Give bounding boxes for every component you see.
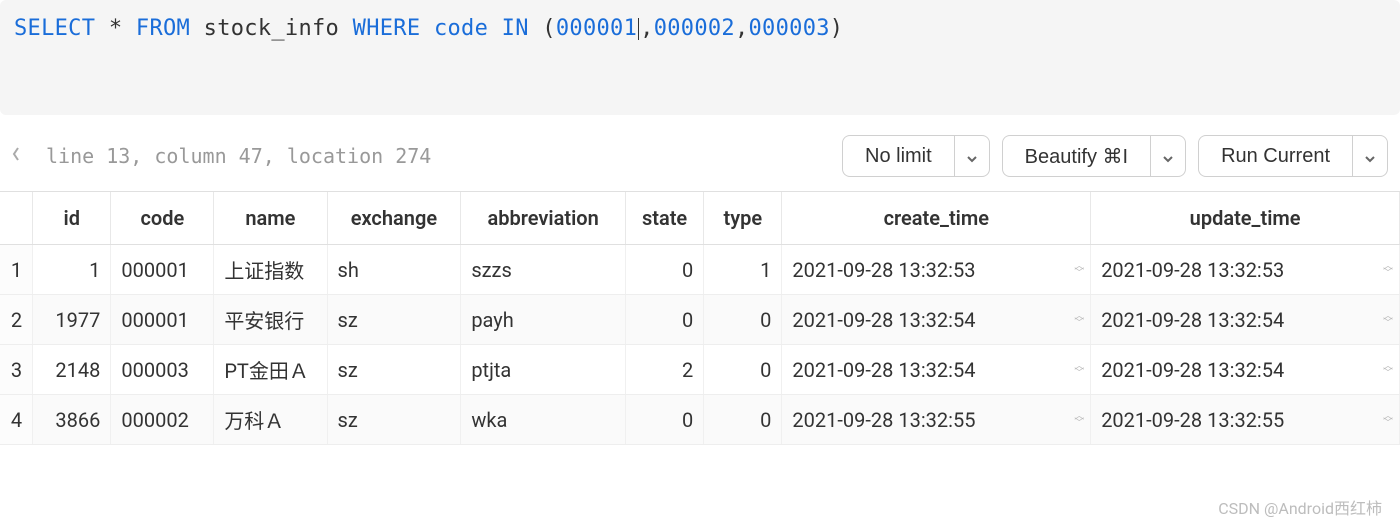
cell-abbreviation[interactable]: ptjta bbox=[461, 345, 626, 395]
cell-create_time[interactable]: 2021-09-28 13:32:54︿﹀ bbox=[782, 345, 1091, 395]
watermark: CSDN @Android西红柿 bbox=[1218, 495, 1382, 519]
stepper-icon[interactable]: ︿﹀ bbox=[1383, 363, 1393, 377]
run-button-group: Run Current bbox=[1198, 135, 1388, 177]
cell-id[interactable]: 1 bbox=[33, 245, 111, 295]
cell-code[interactable]: 000003 bbox=[111, 345, 214, 395]
stepper-icon[interactable]: ︿﹀ bbox=[1074, 363, 1084, 377]
cell-name[interactable]: PT金田Ａ bbox=[214, 345, 327, 395]
run-dropdown[interactable] bbox=[1352, 135, 1388, 177]
cell-update_time[interactable]: 2021-09-28 13:32:54︿﹀ bbox=[1091, 345, 1400, 395]
chevron-down-icon bbox=[965, 149, 979, 163]
beautify-dropdown[interactable] bbox=[1150, 135, 1186, 177]
cell-create_time[interactable]: 2021-09-28 13:32:54︿﹀ bbox=[782, 295, 1091, 345]
editor-toolbar: line 13, column 47, location 274 No limi… bbox=[0, 115, 1400, 191]
cell-exchange[interactable]: sz bbox=[327, 345, 461, 395]
stepper-icon[interactable]: ︿﹀ bbox=[1383, 413, 1393, 427]
cell-create_time[interactable]: 2021-09-28 13:32:55︿﹀ bbox=[782, 395, 1091, 445]
rownum-header bbox=[0, 192, 33, 245]
cell-id[interactable]: 2148 bbox=[33, 345, 111, 395]
cell-state[interactable]: 0 bbox=[625, 395, 703, 445]
cell-state[interactable]: 0 bbox=[625, 245, 703, 295]
stepper-icon[interactable]: ︿﹀ bbox=[1074, 263, 1084, 277]
stepper-icon[interactable]: ︿﹀ bbox=[1383, 263, 1393, 277]
cell-code[interactable]: 000002 bbox=[111, 395, 214, 445]
column-header-update_time[interactable]: update_time bbox=[1091, 192, 1400, 245]
cell-type[interactable]: 0 bbox=[704, 395, 782, 445]
chevron-down-icon bbox=[1161, 149, 1175, 163]
column-header-code[interactable]: code bbox=[111, 192, 214, 245]
row-number: 1 bbox=[0, 245, 33, 295]
table-row[interactable]: 43866000002万科Ａszwka002021-09-28 13:32:55… bbox=[0, 395, 1400, 445]
cell-exchange[interactable]: sz bbox=[327, 295, 461, 345]
stepper-icon[interactable]: ︿﹀ bbox=[1074, 413, 1084, 427]
cell-update_time[interactable]: 2021-09-28 13:32:54︿﹀ bbox=[1091, 295, 1400, 345]
beautify-button[interactable]: Beautify ⌘I bbox=[1002, 135, 1150, 177]
cell-type[interactable]: 0 bbox=[704, 345, 782, 395]
cell-id[interactable]: 3866 bbox=[33, 395, 111, 445]
cell-type[interactable]: 1 bbox=[704, 245, 782, 295]
limit-dropdown[interactable] bbox=[954, 135, 990, 177]
chevron-down-icon bbox=[1363, 149, 1377, 163]
column-header-name[interactable]: name bbox=[214, 192, 327, 245]
cell-name[interactable]: 平安银行 bbox=[214, 295, 327, 345]
cursor-status: line 13, column 47, location 274 bbox=[34, 144, 830, 168]
gutter-icon bbox=[12, 145, 22, 168]
column-header-create_time[interactable]: create_time bbox=[782, 192, 1091, 245]
cell-exchange[interactable]: sz bbox=[327, 395, 461, 445]
cell-id[interactable]: 1977 bbox=[33, 295, 111, 345]
row-number: 3 bbox=[0, 345, 33, 395]
column-header-abbreviation[interactable]: abbreviation bbox=[461, 192, 626, 245]
column-header-state[interactable]: state bbox=[625, 192, 703, 245]
run-current-button[interactable]: Run Current bbox=[1198, 135, 1352, 177]
table-row[interactable]: 21977000001平安银行szpayh002021-09-28 13:32:… bbox=[0, 295, 1400, 345]
sql-editor[interactable]: SELECT * FROM stock_info WHERE code IN (… bbox=[0, 0, 1400, 115]
cell-abbreviation[interactable]: wka bbox=[461, 395, 626, 445]
cell-type[interactable]: 0 bbox=[704, 295, 782, 345]
cell-state[interactable]: 2 bbox=[625, 345, 703, 395]
table-row[interactable]: 11000001上证指数shszzs012021-09-28 13:32:53︿… bbox=[0, 245, 1400, 295]
cell-exchange[interactable]: sh bbox=[327, 245, 461, 295]
results-table: idcodenameexchangeabbreviationstatetypec… bbox=[0, 192, 1400, 445]
limit-button-group: No limit bbox=[842, 135, 990, 177]
cell-update_time[interactable]: 2021-09-28 13:32:55︿﹀ bbox=[1091, 395, 1400, 445]
row-number: 2 bbox=[0, 295, 33, 345]
column-header-type[interactable]: type bbox=[704, 192, 782, 245]
cell-abbreviation[interactable]: szzs bbox=[461, 245, 626, 295]
table-header-row: idcodenameexchangeabbreviationstatetypec… bbox=[0, 192, 1400, 245]
stepper-icon[interactable]: ︿﹀ bbox=[1074, 313, 1084, 327]
row-number: 4 bbox=[0, 395, 33, 445]
limit-button[interactable]: No limit bbox=[842, 135, 954, 177]
cell-code[interactable]: 000001 bbox=[111, 245, 214, 295]
column-header-exchange[interactable]: exchange bbox=[327, 192, 461, 245]
cell-abbreviation[interactable]: payh bbox=[461, 295, 626, 345]
table-row[interactable]: 32148000003PT金田Ａszptjta202021-09-28 13:3… bbox=[0, 345, 1400, 395]
stepper-icon[interactable]: ︿﹀ bbox=[1383, 313, 1393, 327]
cell-name[interactable]: 万科Ａ bbox=[214, 395, 327, 445]
beautify-button-group: Beautify ⌘I bbox=[1002, 135, 1186, 177]
cell-state[interactable]: 0 bbox=[625, 295, 703, 345]
cell-create_time[interactable]: 2021-09-28 13:32:53︿﹀ bbox=[782, 245, 1091, 295]
results-table-wrap: idcodenameexchangeabbreviationstatetypec… bbox=[0, 191, 1400, 445]
cell-update_time[interactable]: 2021-09-28 13:32:53︿﹀ bbox=[1091, 245, 1400, 295]
column-header-id[interactable]: id bbox=[33, 192, 111, 245]
cell-code[interactable]: 000001 bbox=[111, 295, 214, 345]
cell-name[interactable]: 上证指数 bbox=[214, 245, 327, 295]
